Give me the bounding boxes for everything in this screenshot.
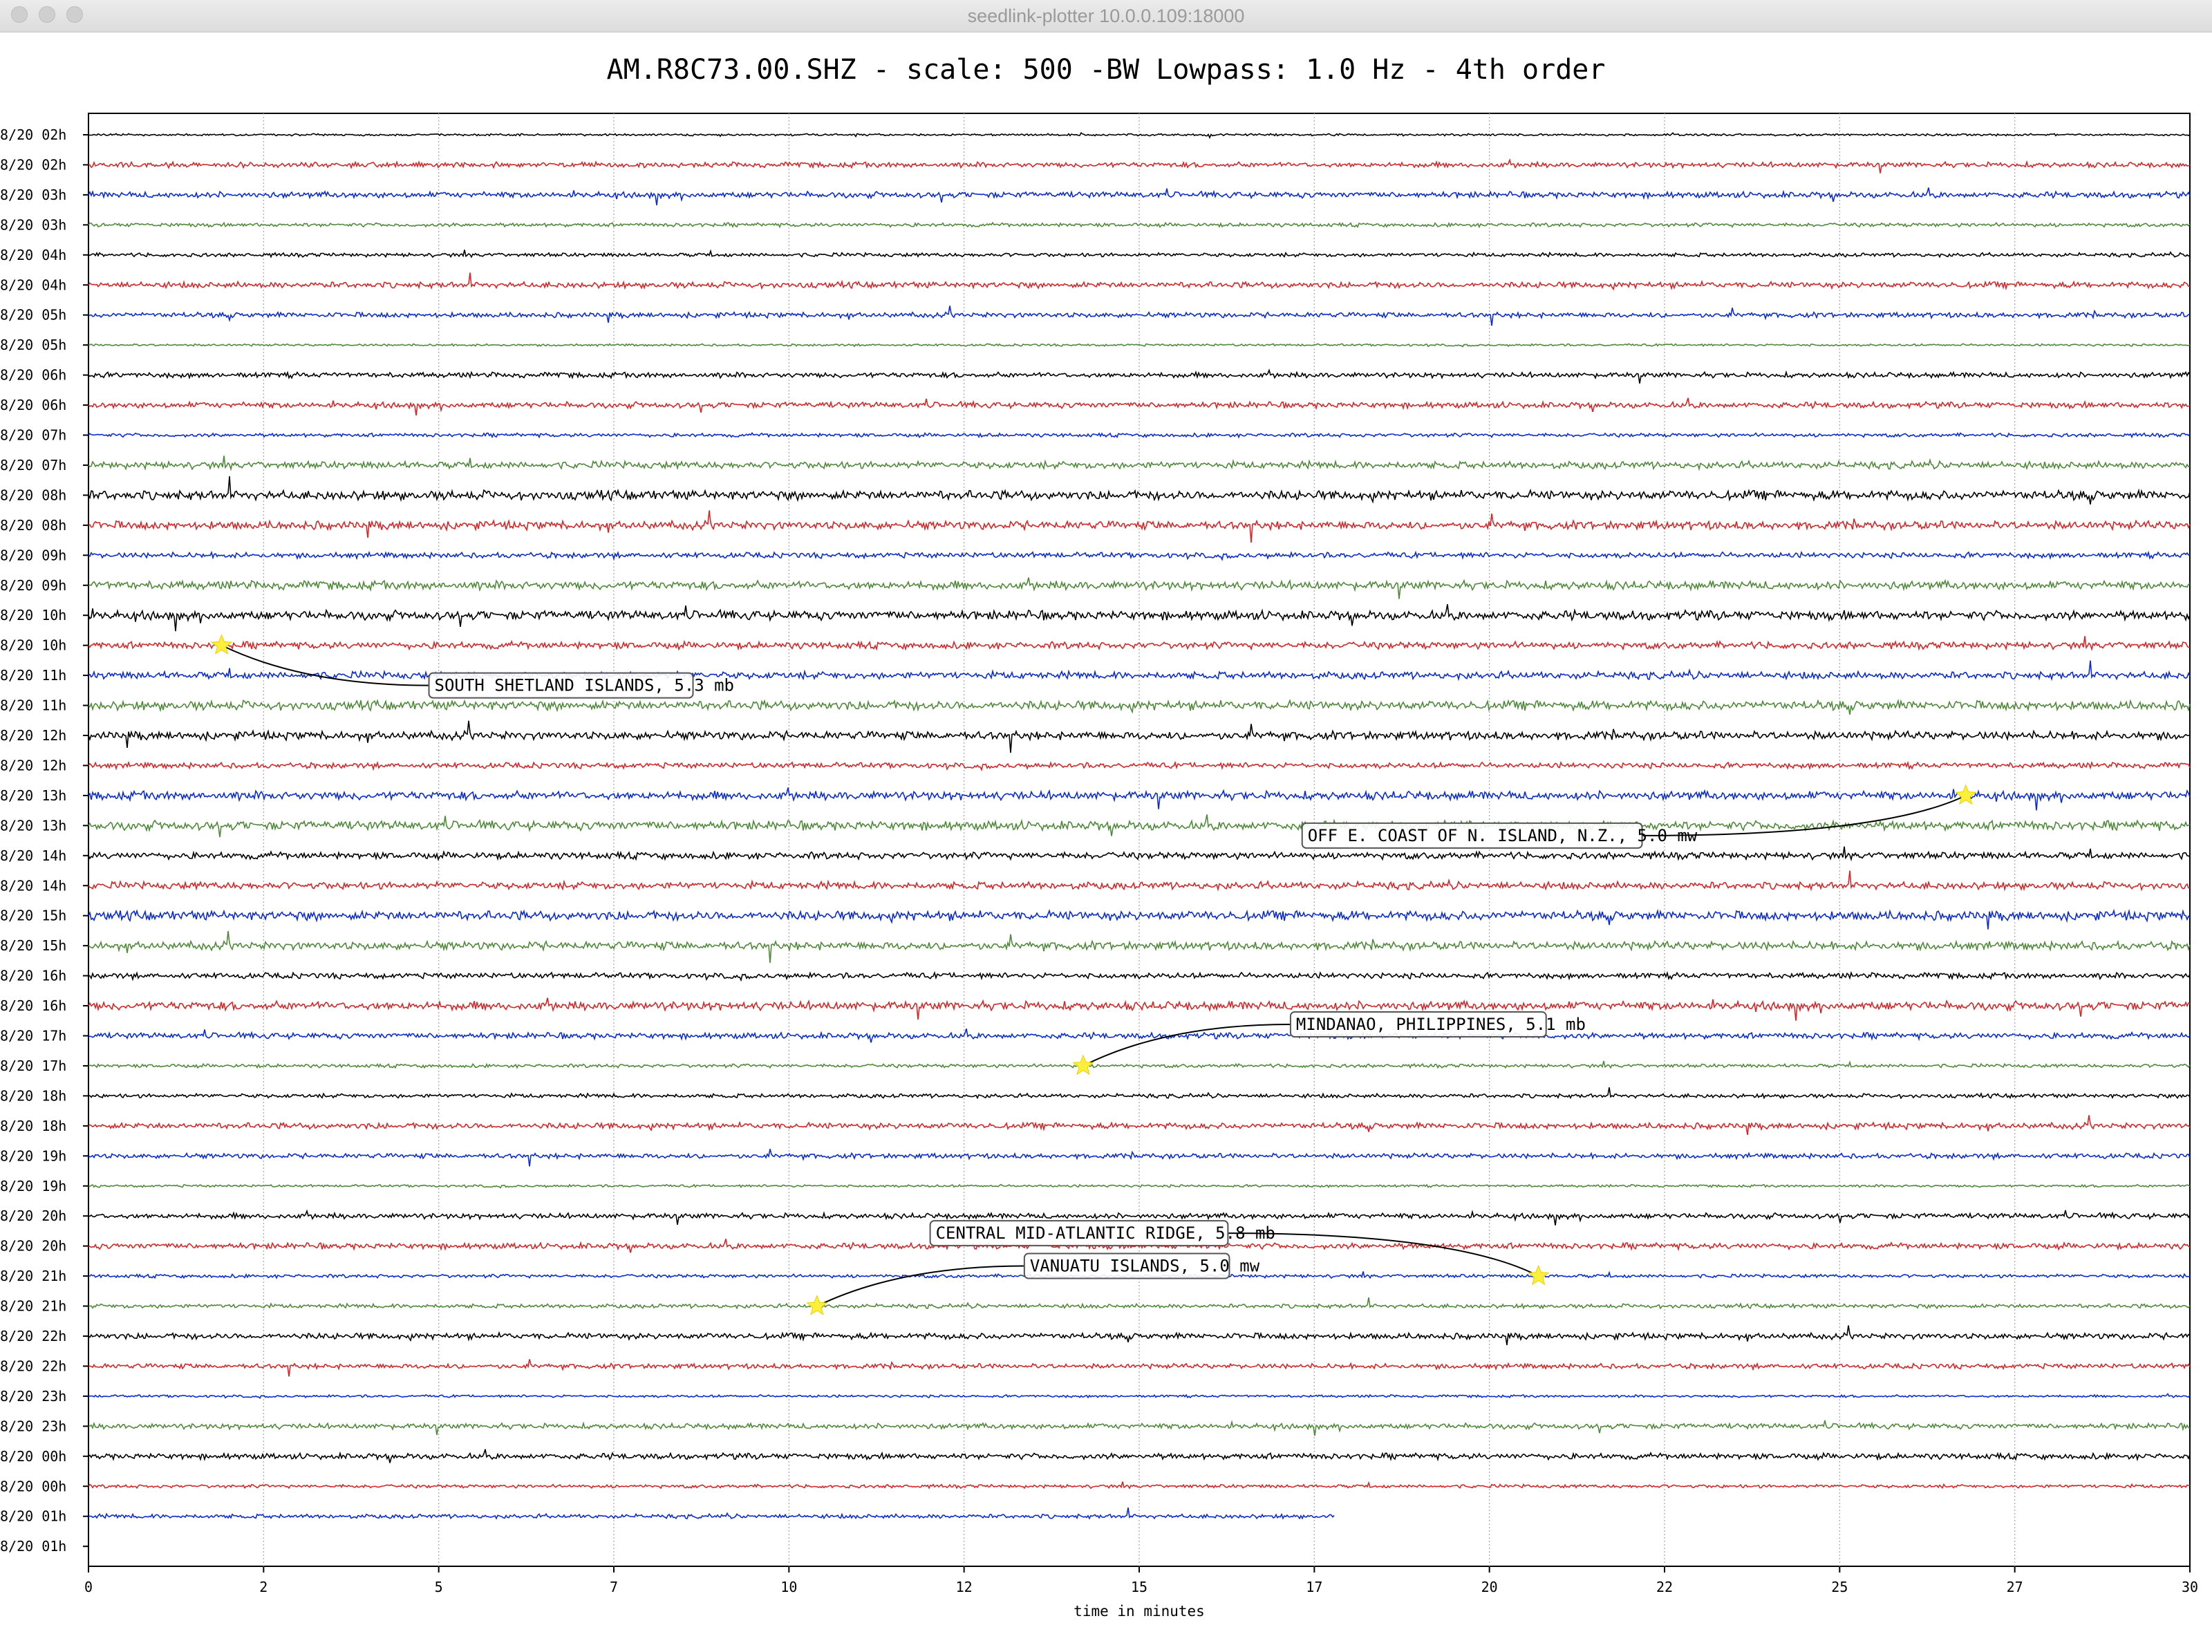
row-time-label: 8/20 03h xyxy=(0,216,66,233)
row-time-label: 8/20 13h xyxy=(0,787,66,804)
row-time-label: 8/20 14h xyxy=(0,847,66,864)
event-connector xyxy=(221,644,429,686)
seismic-trace xyxy=(88,1115,2191,1136)
seismic-trace xyxy=(88,870,2191,892)
row-time-label: 8/20 19h xyxy=(0,1178,66,1194)
row-time-label: 8/20 22h xyxy=(0,1358,66,1374)
row-time-label: 8/20 21h xyxy=(0,1268,66,1284)
event-label: CENTRAL MID-ATLANTIC RIDGE, 5.8 mb xyxy=(936,1223,1275,1243)
seismic-trace xyxy=(88,272,2191,291)
event-star-icon xyxy=(1527,1264,1550,1286)
row-time-label: 8/20 10h xyxy=(0,637,66,654)
event-label: SOUTH SHETLAND ISLANDS, 5.3 mb xyxy=(435,676,734,695)
x-axis-label: time in minutes xyxy=(1074,1603,1205,1620)
row-time-label: 8/20 14h xyxy=(0,877,66,894)
event-connector xyxy=(1082,1023,1291,1067)
row-time-label: 8/20 20h xyxy=(0,1238,66,1255)
event-star-icon xyxy=(211,634,233,655)
row-time-label: 8/20 13h xyxy=(0,817,66,834)
event-star-icon xyxy=(806,1295,828,1315)
row-time-label: 8/20 08h xyxy=(0,487,66,503)
row-time-label: 8/20 18h xyxy=(0,1087,66,1104)
seismic-trace xyxy=(88,1507,1335,1520)
helicorder-plot: 0 2 5 7 10 12 15 17 20 22 25 27 30time in minutes8/2… xyxy=(0,113,2198,1620)
row-time-label: 8/20 22h xyxy=(0,1328,66,1344)
row-time-label: 8/20 15h xyxy=(0,937,66,954)
seismic-trace xyxy=(88,1325,2191,1346)
row-time-label: 8/20 02h xyxy=(0,156,66,173)
row-time-label: 8/20 01h xyxy=(0,1538,66,1555)
row-time-label: 8/20 06h xyxy=(0,397,66,413)
event-star-icon xyxy=(1955,784,1977,805)
x-tick-label: 5 xyxy=(435,1579,443,1595)
x-tick-label: 22 xyxy=(1656,1579,1673,1595)
x-tick-label: 7 xyxy=(610,1579,618,1595)
event-star-icon xyxy=(1072,1054,1094,1076)
event-label: OFF E. COAST OF N. ISLAND, N.Z., 5.0 mw xyxy=(1308,826,1698,845)
event-label: VANUATU ISLANDS, 5.0 mw xyxy=(1030,1257,1260,1276)
row-time-label: 8/20 15h xyxy=(0,908,66,924)
row-time-label: 8/20 03h xyxy=(0,187,66,203)
row-time-label: 8/20 16h xyxy=(0,997,66,1014)
event-connector xyxy=(816,1265,1024,1307)
row-time-label: 8/20 09h xyxy=(0,547,66,563)
row-time-label: 8/20 05h xyxy=(0,337,66,353)
row-time-label: 8/20 23h xyxy=(0,1388,66,1405)
x-tick-label: 25 xyxy=(1831,1579,1848,1595)
seismic-trace xyxy=(88,306,2191,326)
row-time-label: 8/20 11h xyxy=(0,667,66,684)
row-time-label: 8/20 00h xyxy=(0,1478,66,1494)
row-time-label: 8/20 19h xyxy=(0,1147,66,1164)
row-time-label: 8/20 02h xyxy=(0,126,66,143)
event-label: MINDANAO, PHILIPPINES, 5.1 mb xyxy=(1296,1015,1586,1034)
row-time-label: 8/20 17h xyxy=(0,1028,66,1044)
row-time-label: 8/20 20h xyxy=(0,1208,66,1224)
x-tick-label: 0 xyxy=(84,1579,93,1595)
row-time-label: 8/20 06h xyxy=(0,367,66,384)
row-time-label: 8/20 07h xyxy=(0,457,66,473)
seismic-trace xyxy=(88,636,2191,652)
row-time-label: 8/20 10h xyxy=(0,607,66,623)
row-time-label: 8/20 04h xyxy=(0,276,66,293)
row-time-label: 8/20 09h xyxy=(0,577,66,594)
row-time-label: 8/20 04h xyxy=(0,247,66,263)
seismic-trace xyxy=(88,221,2191,229)
x-tick-label: 2 xyxy=(259,1579,268,1595)
row-time-label: 8/20 00h xyxy=(0,1448,66,1465)
row-time-label: 8/20 11h xyxy=(0,697,66,714)
x-tick-label: 20 xyxy=(1481,1579,1498,1595)
x-tick-label: 17 xyxy=(1306,1579,1322,1595)
row-time-label: 8/20 08h xyxy=(0,517,66,534)
x-tick-label: 12 xyxy=(956,1579,973,1595)
x-tick-label: 30 xyxy=(2182,1579,2198,1595)
seismic-trace xyxy=(88,970,2191,982)
x-tick-label: 15 xyxy=(1131,1579,1147,1595)
app-window: seedlink-plotter 10.0.0.109:18000 AM.R8C… xyxy=(0,0,2212,1652)
row-time-label: 8/20 21h xyxy=(0,1298,66,1315)
row-time-label: 8/20 18h xyxy=(0,1118,66,1134)
row-time-label: 8/20 12h xyxy=(0,757,66,773)
row-time-label: 8/20 12h xyxy=(0,727,66,744)
row-time-label: 8/20 05h xyxy=(0,307,66,323)
row-time-label: 8/20 16h xyxy=(0,968,66,984)
x-tick-label: 10 xyxy=(780,1579,797,1595)
seismic-trace xyxy=(88,1393,2191,1400)
x-tick-label: 27 xyxy=(2007,1579,2023,1595)
row-time-label: 8/20 17h xyxy=(0,1058,66,1074)
row-time-label: 8/20 23h xyxy=(0,1418,66,1434)
row-time-label: 8/20 01h xyxy=(0,1508,66,1525)
row-time-label: 8/20 07h xyxy=(0,427,66,444)
seismic-trace xyxy=(88,131,2191,140)
